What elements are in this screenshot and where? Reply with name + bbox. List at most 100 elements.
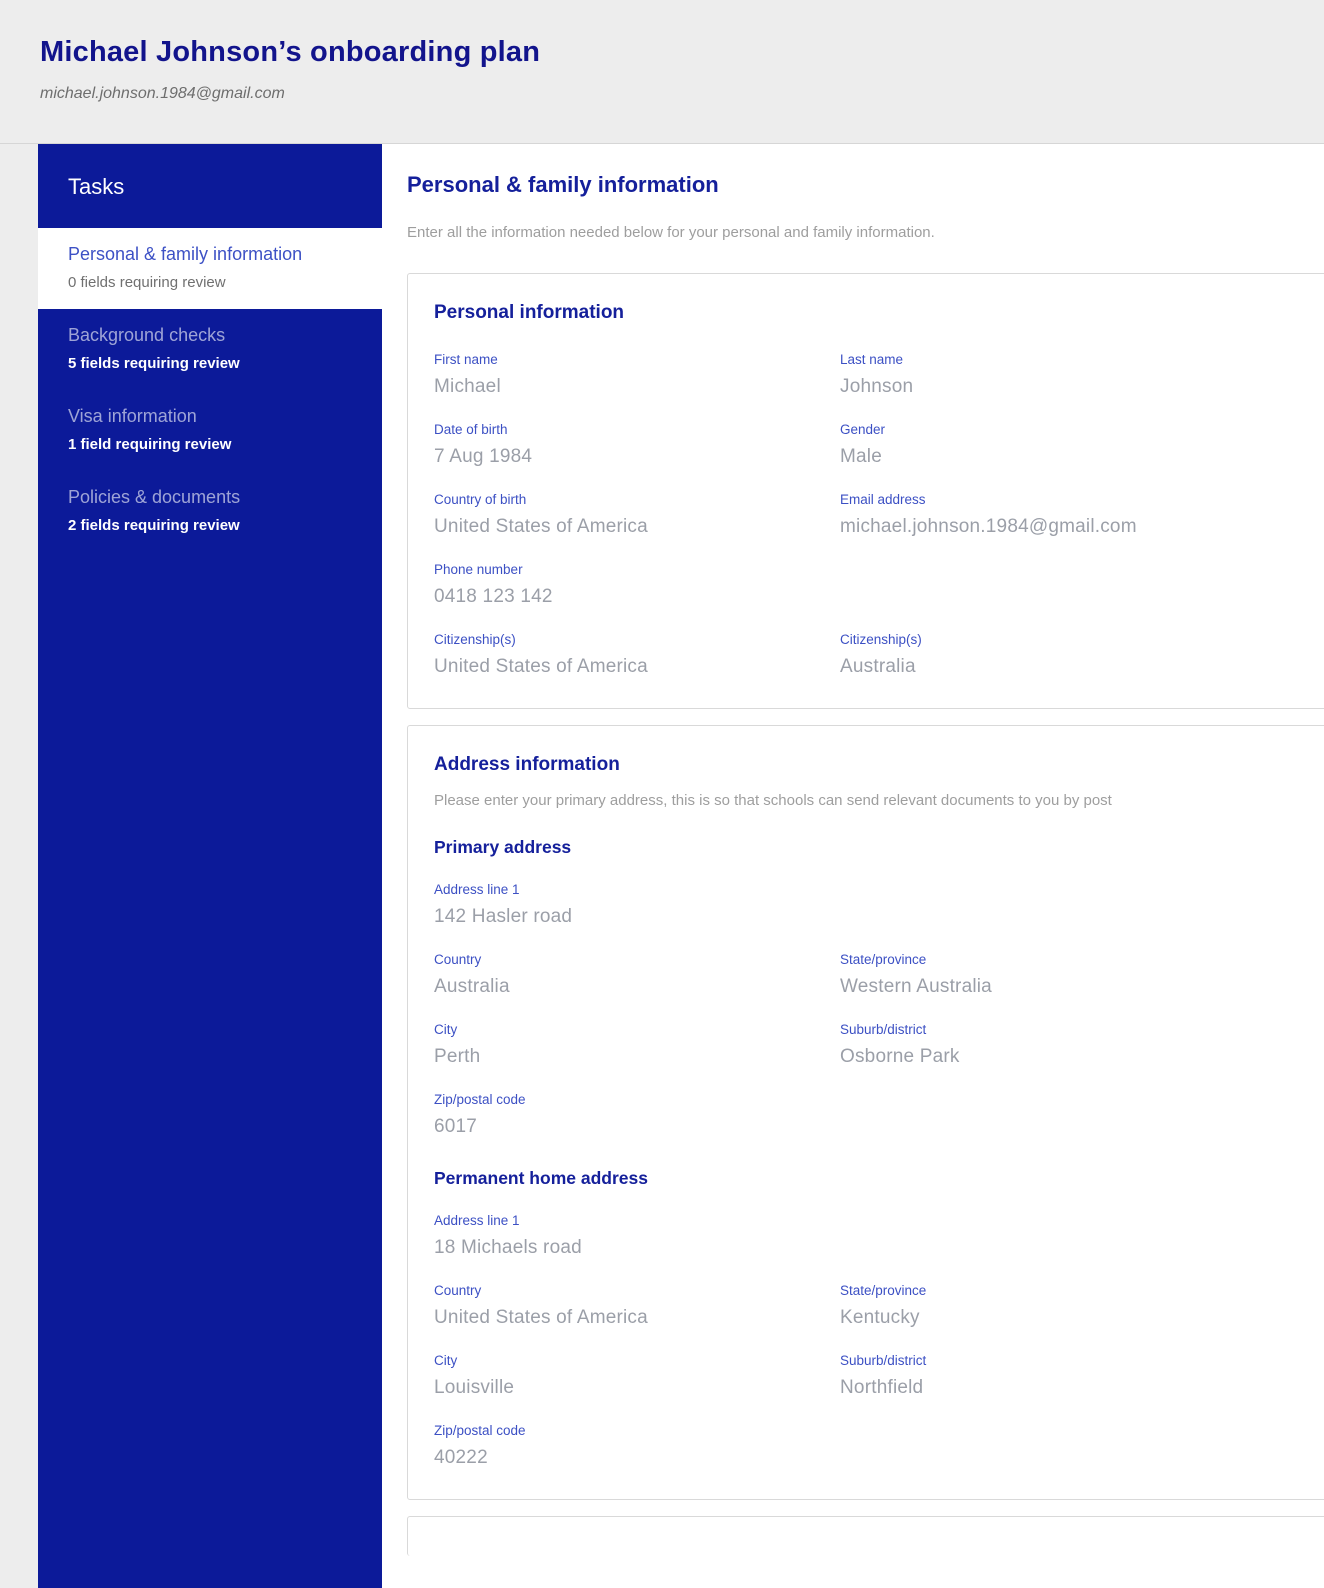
field-value: Western Australia [840,976,1297,998]
field-phone-number: Phone number 0418 123 142 [434,562,840,608]
field-label: Suburb/district [840,1022,1297,1037]
field-row: Address line 1 18 Michaels road [434,1213,1317,1259]
field-empty [840,882,1317,928]
sidebar-item-status: 1 field requiring review [68,436,352,453]
sidebar-item-label: Visa information [68,406,352,427]
field-value: United States of America [434,516,820,538]
field-value: 6017 [434,1116,820,1138]
field-last-name: Last name Johnson [840,352,1317,398]
field-label: Country [434,952,820,967]
sidebar-item-visa-information[interactable]: Visa information 1 field requiring revie… [38,390,382,471]
field-value: 18 Michaels road [434,1237,820,1259]
content-layout: Tasks Personal & family information 0 fi… [0,143,1324,1588]
field-label: Country of birth [434,492,820,507]
field-label: Suburb/district [840,1353,1297,1368]
field-value: 7 Aug 1984 [434,446,820,468]
field-primary-zip-postal-code: Zip/postal code 6017 [434,1092,840,1138]
field-empty [840,1092,1317,1138]
section-heading: Personal & family information [407,172,1324,198]
field-permanent-zip-postal-code: Zip/postal code 40222 [434,1423,840,1469]
field-citizenship-2: Citizenship(s) Australia [840,632,1317,678]
field-value: 142 Hasler road [434,906,820,928]
field-label: State/province [840,1283,1297,1298]
field-value: michael.johnson.1984@gmail.com [840,516,1297,538]
field-value: Australia [840,656,1297,678]
field-value: Louisville [434,1377,820,1399]
sidebar-item-background-checks[interactable]: Background checks 5 fields requiring rev… [38,309,382,390]
field-primary-state-province: State/province Western Australia [840,952,1317,998]
field-label: City [434,1022,820,1037]
personal-information-card: Personal information First name Michael … [407,273,1324,709]
field-label: Email address [840,492,1297,507]
field-permanent-address-line-1: Address line 1 18 Michaels road [434,1213,840,1259]
field-row: Country United States of America State/p… [434,1283,1317,1329]
field-primary-address-line-1: Address line 1 142 Hasler road [434,882,840,928]
field-value: 0418 123 142 [434,586,820,608]
field-gender: Gender Male [840,422,1317,468]
field-label: Zip/postal code [434,1423,820,1438]
section-description: Enter all the information needed below f… [407,224,1324,241]
field-value: 40222 [434,1447,820,1469]
field-row: Country of birth United States of Americ… [434,492,1317,538]
page-title: Michael Johnson’s onboarding plan [40,36,1324,69]
field-row: Country Australia State/province Western… [434,952,1317,998]
permanent-home-address-heading: Permanent home address [434,1168,1317,1189]
field-primary-country: Country Australia [434,952,840,998]
field-label: Citizenship(s) [840,632,1297,647]
field-row: Date of birth 7 Aug 1984 Gender Male [434,422,1317,468]
field-row: First name Michael Last name Johnson [434,352,1317,398]
field-permanent-state-province: State/province Kentucky [840,1283,1317,1329]
sidebar-item-label: Background checks [68,325,352,346]
field-value: Perth [434,1046,820,1068]
next-card-cut-off [407,1516,1324,1556]
field-row: Phone number 0418 123 142 [434,562,1317,608]
sidebar-item-status: 2 fields requiring review [68,517,352,534]
field-label: City [434,1353,820,1368]
field-label: Gender [840,422,1297,437]
field-row: Citizenship(s) United States of America … [434,632,1317,678]
field-label: Date of birth [434,422,820,437]
primary-address-heading: Primary address [434,837,1317,858]
field-value: Osborne Park [840,1046,1297,1068]
page-email: michael.johnson.1984@gmail.com [40,85,1324,103]
sidebar-item-label: Personal & family information [68,244,352,265]
field-permanent-suburb-district: Suburb/district Northfield [840,1353,1317,1399]
field-label: Country [434,1283,820,1298]
field-value: Australia [434,976,820,998]
field-value: Northfield [840,1377,1297,1399]
field-value: Michael [434,376,820,398]
field-primary-suburb-district: Suburb/district Osborne Park [840,1022,1317,1068]
field-label: Zip/postal code [434,1092,820,1107]
field-value: Male [840,446,1297,468]
field-row: Zip/postal code 6017 [434,1092,1317,1138]
field-value: Johnson [840,376,1297,398]
field-label: Address line 1 [434,1213,820,1228]
sidebar-item-status: 0 fields requiring review [68,274,352,291]
field-row: City Perth Suburb/district Osborne Park [434,1022,1317,1068]
field-date-of-birth: Date of birth 7 Aug 1984 [434,422,840,468]
sidebar-item-personal-family-information[interactable]: Personal & family information 0 fields r… [38,228,382,309]
field-citizenship-1: Citizenship(s) United States of America [434,632,840,678]
field-empty [840,1423,1317,1469]
field-permanent-city: City Louisville [434,1353,840,1399]
field-label: Phone number [434,562,820,577]
field-value: United States of America [434,1307,820,1329]
field-value: United States of America [434,656,820,678]
card-description: Please enter your primary address, this … [434,792,1317,809]
page-header: Michael Johnson’s onboarding plan michae… [0,0,1324,143]
field-label: Citizenship(s) [434,632,820,647]
field-empty [840,562,1317,608]
field-label: Last name [840,352,1297,367]
field-empty [840,1213,1317,1259]
sidebar-title: Tasks [38,144,382,228]
field-country-of-birth: Country of birth United States of Americ… [434,492,840,538]
sidebar-item-status: 5 fields requiring review [68,355,352,372]
main-content: Personal & family information Enter all … [382,144,1324,1588]
field-row: City Louisville Suburb/district Northfie… [434,1353,1317,1399]
tasks-sidebar: Tasks Personal & family information 0 fi… [38,144,382,1588]
field-email-address: Email address michael.johnson.1984@gmail… [840,492,1317,538]
card-title: Address information [434,754,1317,776]
sidebar-item-policies-documents[interactable]: Policies & documents 2 fields requiring … [38,471,382,552]
address-information-card: Address information Please enter your pr… [407,725,1324,1500]
field-permanent-country: Country United States of America [434,1283,840,1329]
